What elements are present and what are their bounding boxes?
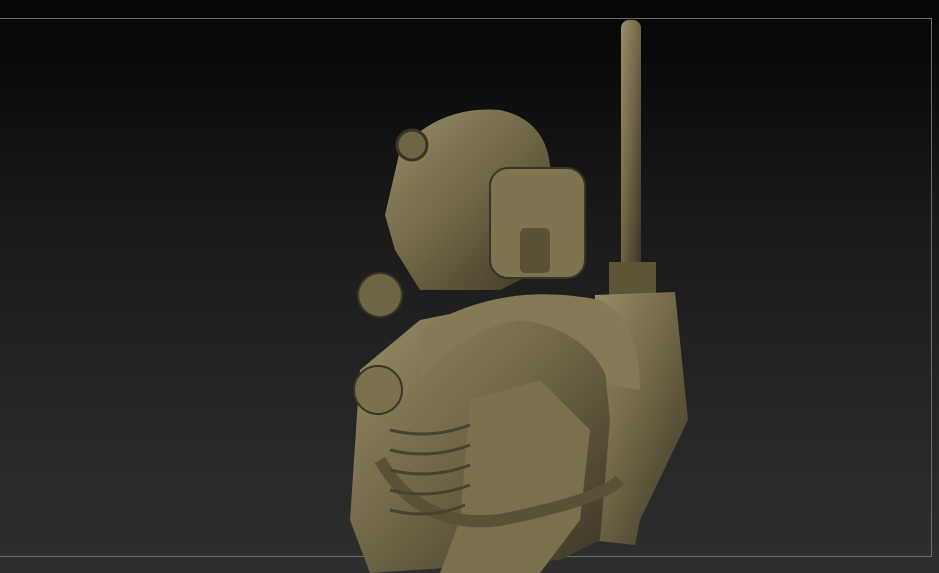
chest-canister: [353, 365, 403, 415]
antenna: [609, 20, 656, 307]
goggle: [395, 128, 429, 162]
respirator-canister: [357, 272, 403, 318]
sculpt-model[interactable]: [0, 0, 939, 573]
canvas-viewport[interactable]: [0, 0, 939, 573]
